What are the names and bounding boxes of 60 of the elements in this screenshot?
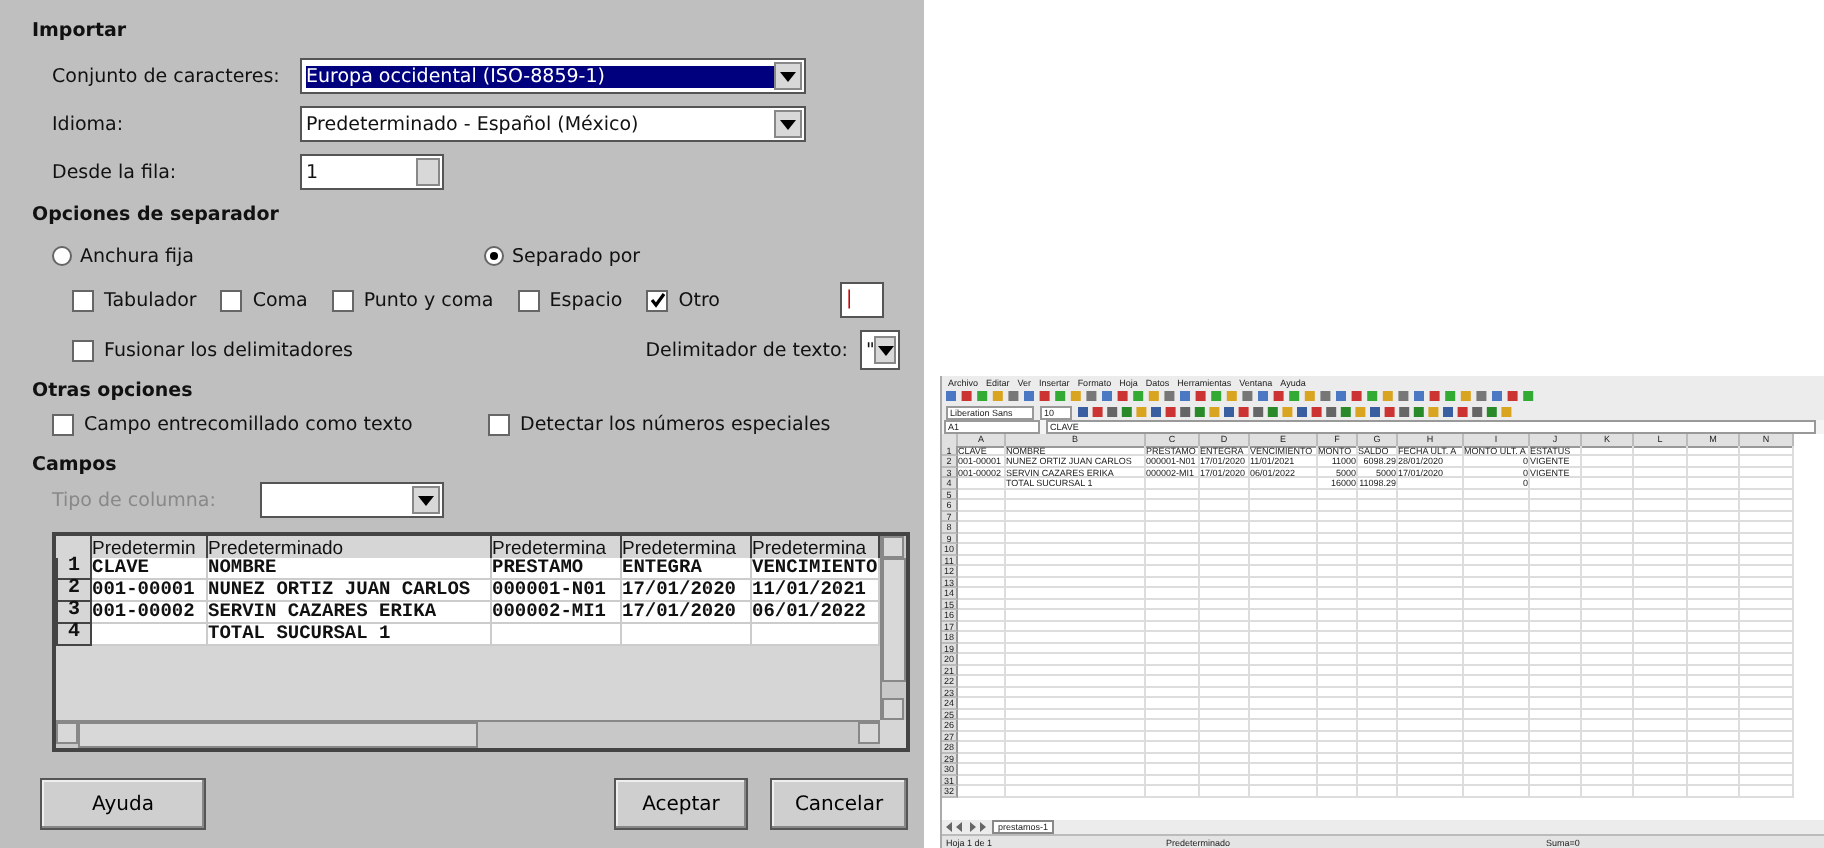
checkbox[interactable]	[488, 413, 510, 435]
text-delimiter-dropdown[interactable]: "	[860, 330, 900, 370]
table-cell: 001-00002	[92, 602, 208, 624]
row-number: 2	[56, 580, 92, 602]
sheet-navigation-icon[interactable]	[946, 822, 986, 832]
section-heading: Campos	[32, 454, 117, 476]
checkbox-label: Campo entrecomillado como texto	[84, 413, 413, 435]
checkbox-label: Punto y coma	[363, 289, 494, 311]
table-cell: SERVIN CAZARES ERIKA	[208, 602, 492, 624]
vertical-scrollbar[interactable]	[880, 536, 906, 720]
table-cell: 17/01/2020	[622, 580, 752, 602]
table-cell: NUNEZ ORTIZ JUAN CARLOS	[208, 580, 492, 602]
checkbox[interactable]	[72, 339, 94, 361]
column-type-dropdown[interactable]	[259, 482, 444, 518]
section-heading: Otras opciones	[32, 380, 193, 402]
checkbox-label: Detectar los números especiales	[520, 413, 831, 435]
table-cell: 06/01/2022	[752, 602, 880, 624]
checkbox[interactable]	[646, 289, 669, 311]
radio-label: Separado por	[512, 245, 641, 267]
section-heading: Opciones de separador	[32, 204, 279, 226]
row-number: 4	[56, 624, 92, 646]
checkbox-label: Otro	[678, 289, 720, 311]
checkbox[interactable]	[72, 289, 94, 311]
spin-field[interactable]: 1	[300, 154, 444, 190]
radio-label: Anchura fija	[80, 245, 194, 267]
radio-button[interactable]	[484, 246, 504, 266]
checkbox[interactable]	[517, 289, 540, 311]
checkbox-label: Coma	[252, 289, 308, 311]
checkbox[interactable]	[52, 413, 74, 435]
dialog-button[interactable]: Ayuda	[40, 778, 206, 830]
table-cell: 11/01/2021	[752, 580, 880, 602]
field-label: Delimitador de texto:	[645, 339, 848, 361]
table-cell: 000001-N01	[492, 580, 622, 602]
dialog-button[interactable]: Aceptar	[614, 778, 748, 830]
field-label: Conjunto de caracteres:	[52, 65, 282, 87]
table-cell: CLAVE	[92, 558, 208, 580]
dropdown[interactable]: Europa occidental (ISO-8859-1)	[300, 58, 806, 94]
checkbox[interactable]	[220, 289, 243, 311]
checkbox[interactable]	[331, 289, 354, 311]
table-cell: TOTAL SUCURSAL 1	[208, 624, 492, 646]
dialog-button[interactable]: Cancelar	[770, 778, 908, 830]
field-label: Idioma:	[52, 113, 126, 135]
horizontal-scrollbar[interactable]	[56, 720, 880, 748]
dropdown[interactable]: Predeterminado - Español (México)	[300, 106, 806, 142]
other-delimiter-field[interactable]: |	[840, 282, 884, 318]
table-cell: PRESTAMO	[492, 558, 622, 580]
table-cell: NOMBRE	[208, 558, 492, 580]
field-label: Desde la fila:	[52, 161, 179, 183]
table-cell: VENCIMIENTO	[752, 558, 880, 580]
table-cell: 001-00001	[92, 580, 208, 602]
table-cell: ENTEGRA	[622, 558, 752, 580]
section-heading: Importar	[32, 20, 127, 42]
table-cell: 000002-MI1	[492, 602, 622, 624]
table-cell: 17/01/2020	[622, 602, 752, 624]
radio-button[interactable]	[52, 246, 72, 266]
checkbox-label: Tabulador	[104, 289, 197, 311]
checkbox-label: Fusionar los delimitadores	[104, 339, 353, 361]
row-number: 1	[56, 558, 92, 580]
checkbox-label: Espacio	[549, 289, 623, 311]
row-number: 3	[56, 602, 92, 624]
